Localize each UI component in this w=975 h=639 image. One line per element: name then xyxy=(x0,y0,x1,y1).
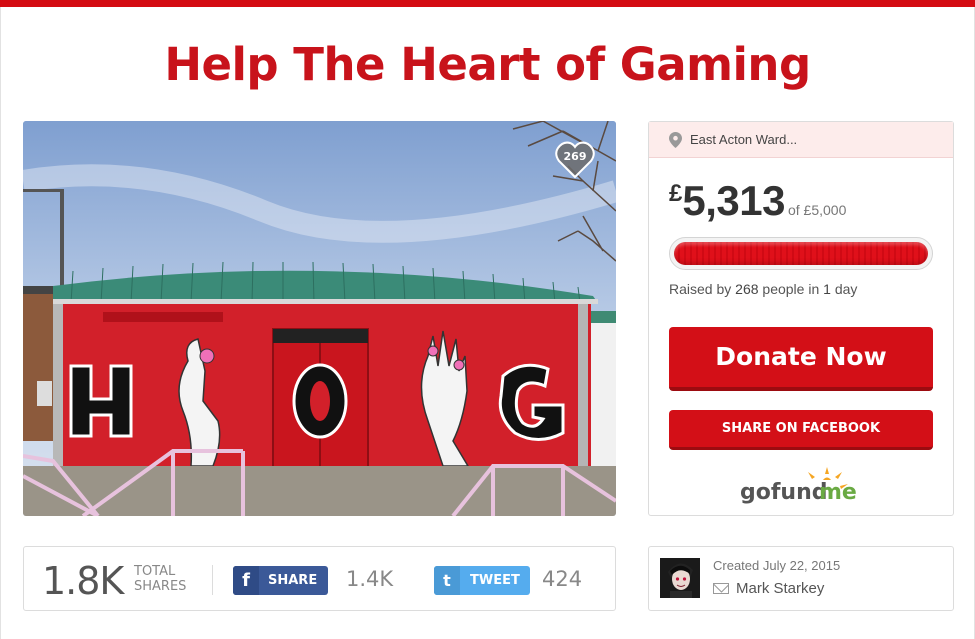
facebook-share-button[interactable]: f SHARE xyxy=(233,566,328,595)
amount-goal: of £5,000 xyxy=(787,202,847,218)
donor-count: 268 xyxy=(735,281,759,297)
avatar-image xyxy=(660,558,700,598)
heart-count: 269 xyxy=(563,150,587,163)
total-shares-count: 1.8K xyxy=(42,559,124,603)
tweet-button[interactable]: t TWEET xyxy=(434,566,530,595)
gofundme-logo[interactable]: gofund me xyxy=(739,466,869,506)
logo-text-me: me xyxy=(819,480,857,505)
total-label-line1: TOTAL xyxy=(134,564,176,579)
heart-badge[interactable]: 269 xyxy=(555,140,595,180)
donate-panel: East Acton Ward... £ 5,313 of £5,000 Rai… xyxy=(648,121,954,516)
location-text: East Acton Ward... xyxy=(690,132,798,147)
amount-currency: £ xyxy=(669,180,683,207)
tweet-label: TWEET xyxy=(470,573,520,588)
mail-icon xyxy=(713,583,729,594)
organizer-name: Mark Starkey xyxy=(736,580,825,597)
campaign-photo[interactable] xyxy=(23,121,616,516)
page-title: Help The Heart of Gaming xyxy=(164,38,811,91)
map-pin-icon xyxy=(669,131,682,148)
total-shares-label: TOTAL SHARES xyxy=(134,564,186,594)
share-divider xyxy=(212,565,213,595)
created-date: Created July 22, 2015 xyxy=(713,558,841,573)
raised-by-text: Raised by 268 people in 1 day xyxy=(669,281,857,297)
organizer-contact[interactable]: Mark Starkey xyxy=(713,580,824,597)
campaign-photo-art xyxy=(23,121,616,516)
share-on-facebook-button[interactable]: SHARE ON FACEBOOK xyxy=(669,410,933,450)
twitter-icon: t xyxy=(434,566,460,595)
top-accent-bar xyxy=(0,0,975,7)
logo-text-gofund: gofund xyxy=(740,480,828,505)
amount-value: 5,313 xyxy=(682,177,785,224)
progress-bar xyxy=(669,237,933,270)
campaign-location[interactable]: East Acton Ward... xyxy=(649,122,953,158)
raised-by-middle: people in xyxy=(762,281,820,297)
tweet-count: 424 xyxy=(542,567,583,591)
donate-now-button[interactable]: Donate Now xyxy=(669,327,933,391)
total-label-line2: SHARES xyxy=(134,579,187,594)
raised-by-prefix: Raised by xyxy=(669,281,732,297)
facebook-icon: f xyxy=(233,566,259,595)
facebook-share-label: SHARE xyxy=(268,573,318,588)
raised-by-suffix: day xyxy=(834,281,858,297)
organizer-box: Created July 22, 2015 Mark Starkey xyxy=(648,546,954,611)
amount-raised: £ 5,313 of £5,000 xyxy=(669,177,846,225)
avatar[interactable] xyxy=(660,558,700,598)
duration: 1 xyxy=(823,281,831,297)
progress-fill xyxy=(674,242,928,265)
share-bar: 1.8K TOTAL SHARES f SHARE 1.4K t TWEET 4… xyxy=(23,546,616,611)
facebook-share-count: 1.4K xyxy=(346,567,394,591)
